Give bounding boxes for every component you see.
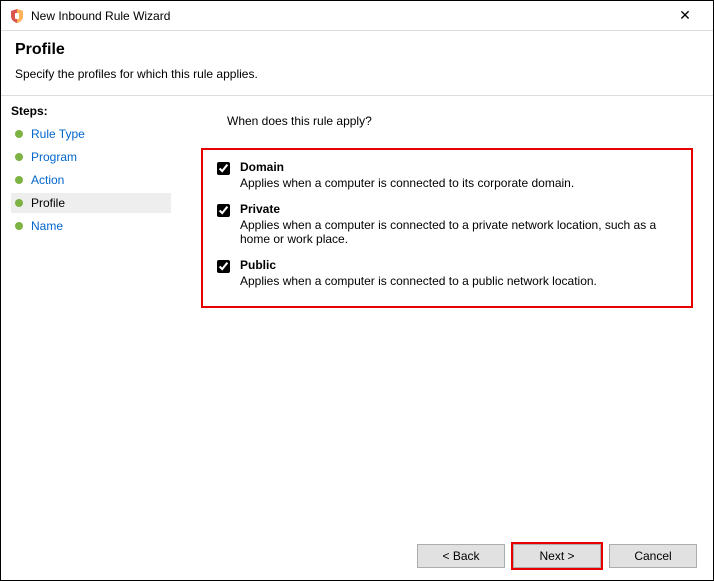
step-label: Action <box>31 173 64 187</box>
step-name[interactable]: Name <box>11 216 171 236</box>
firewall-shield-icon <box>9 8 25 24</box>
step-bullet-icon <box>15 176 23 184</box>
window-title: New Inbound Rule Wizard <box>31 9 665 23</box>
titlebar: New Inbound Rule Wizard ✕ <box>1 1 713 31</box>
profile-private-desc: Applies when a computer is connected to … <box>240 218 677 246</box>
profile-public-name: Public <box>240 258 677 272</box>
profile-public-checkbox[interactable] <box>217 260 230 273</box>
profile-domain-desc: Applies when a computer is connected to … <box>240 176 677 190</box>
profiles-group-highlight: Domain Applies when a computer is connec… <box>201 148 693 308</box>
back-button[interactable]: < Back <box>417 544 505 568</box>
wizard-window: New Inbound Rule Wizard ✕ Profile Specif… <box>0 0 714 581</box>
step-label: Profile <box>31 196 65 210</box>
close-button[interactable]: ✕ <box>665 7 705 24</box>
step-rule-type[interactable]: Rule Type <box>11 124 171 144</box>
steps-sidebar: Steps: Rule Type Program Action Profile … <box>1 96 181 525</box>
cancel-button[interactable]: Cancel <box>609 544 697 568</box>
profile-private-row: Private Applies when a computer is conne… <box>217 202 677 246</box>
profile-domain-text: Domain Applies when a computer is connec… <box>240 160 677 190</box>
step-label: Rule Type <box>31 127 85 141</box>
profile-domain-name: Domain <box>240 160 677 174</box>
prompt-text: When does this rule apply? <box>227 114 693 128</box>
step-bullet-icon <box>15 153 23 161</box>
step-program[interactable]: Program <box>11 147 171 167</box>
step-bullet-icon <box>15 199 23 207</box>
next-button[interactable]: Next > <box>513 544 601 568</box>
step-bullet-icon <box>15 130 23 138</box>
main-panel: When does this rule apply? Domain Applie… <box>181 96 713 525</box>
wizard-header: Profile Specify the profiles for which t… <box>1 31 713 95</box>
profile-public-desc: Applies when a computer is connected to … <box>240 274 677 288</box>
page-title: Profile <box>15 41 699 59</box>
step-label: Program <box>31 150 77 164</box>
profile-private-checkbox[interactable] <box>217 204 230 217</box>
wizard-body: Steps: Rule Type Program Action Profile … <box>1 95 713 525</box>
wizard-footer: < Back Next > Cancel <box>417 544 697 568</box>
profile-public-row: Public Applies when a computer is connec… <box>217 258 677 288</box>
profile-private-text: Private Applies when a computer is conne… <box>240 202 677 246</box>
page-subtitle: Specify the profiles for which this rule… <box>15 67 699 81</box>
step-action[interactable]: Action <box>11 170 171 190</box>
step-bullet-icon <box>15 222 23 230</box>
profile-private-name: Private <box>240 202 677 216</box>
profile-public-text: Public Applies when a computer is connec… <box>240 258 677 288</box>
profile-domain-row: Domain Applies when a computer is connec… <box>217 160 677 190</box>
steps-label: Steps: <box>11 104 171 118</box>
step-label: Name <box>31 219 63 233</box>
step-profile[interactable]: Profile <box>11 193 171 213</box>
profile-domain-checkbox[interactable] <box>217 162 230 175</box>
